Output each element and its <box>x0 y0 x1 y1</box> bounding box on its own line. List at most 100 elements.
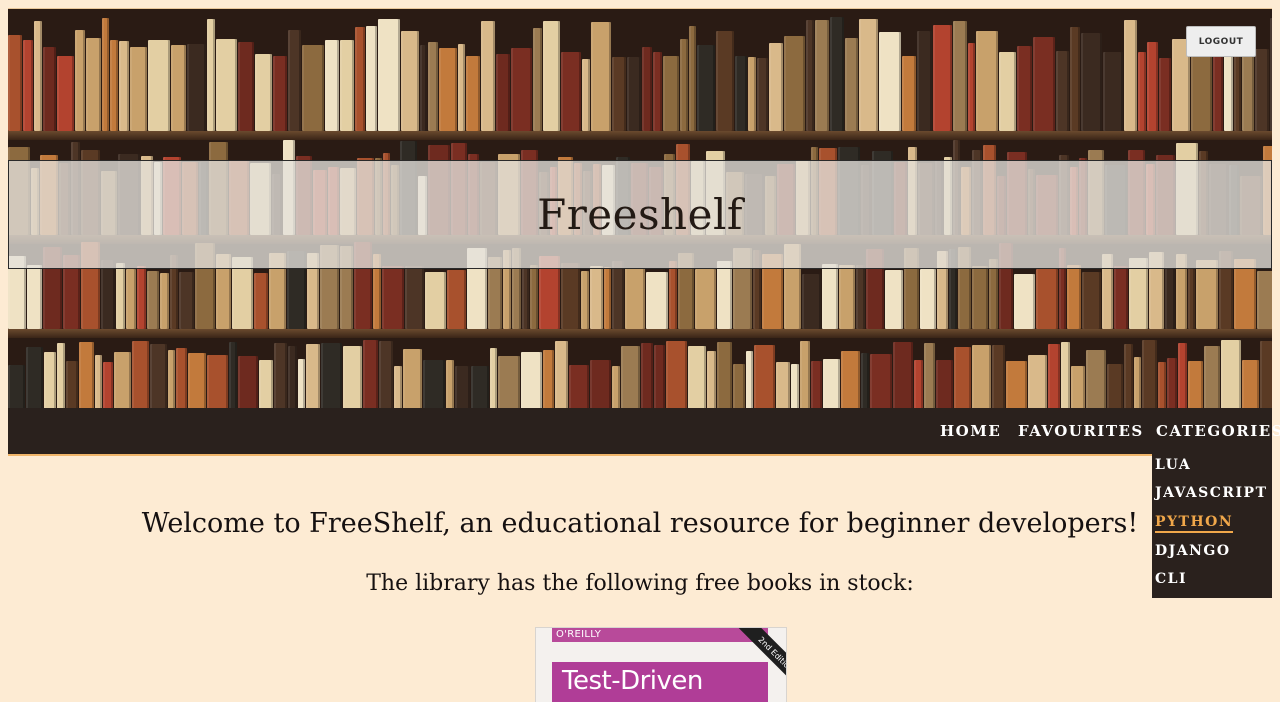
category-javascript[interactable]: JAVASCRIPT <box>1155 485 1268 501</box>
book-spine <box>302 45 324 131</box>
book-spine <box>23 40 33 131</box>
book-spine <box>893 342 913 409</box>
book-spine <box>543 350 554 409</box>
book-spine <box>757 58 768 131</box>
book-spine <box>641 343 653 409</box>
book-spine <box>340 40 354 131</box>
book-cover-tdd[interactable]: O'REILLY Test-Driven 2nd Edition <box>535 627 787 702</box>
book-spine <box>229 342 237 409</box>
book-spine <box>26 347 43 409</box>
nav-categories[interactable]: CATEGORIES <box>1156 422 1280 440</box>
book-spine <box>1071 366 1085 409</box>
book-spine <box>1081 33 1102 131</box>
book-spine <box>822 264 838 329</box>
book-spine <box>1107 364 1123 409</box>
shelf-row <box>8 15 1272 131</box>
book-spine <box>466 56 480 131</box>
book-spine <box>830 17 844 131</box>
nav-favourites[interactable]: FAVOURITES <box>1018 422 1144 440</box>
nav-home[interactable]: HOME <box>940 422 1001 440</box>
book-spine <box>1006 361 1027 409</box>
book-spine <box>870 354 892 409</box>
book-spine <box>902 56 916 131</box>
book-spine <box>179 272 194 329</box>
book-spine <box>207 355 228 409</box>
book-spine <box>697 45 715 131</box>
book-spine <box>859 19 878 131</box>
book-spine <box>355 27 365 131</box>
book-spine <box>363 340 378 409</box>
book-spine <box>717 342 732 409</box>
book-spine <box>114 352 131 409</box>
book-spine <box>428 42 438 131</box>
logout-button[interactable]: LOGOUT <box>1186 26 1256 57</box>
category-django[interactable]: DJANGO <box>1155 543 1231 559</box>
book-spine <box>856 265 865 329</box>
book-spine <box>953 21 967 131</box>
book-spine <box>1167 358 1177 409</box>
book-spine <box>1067 265 1081 329</box>
book-spine <box>1165 267 1175 329</box>
book-spine <box>1124 344 1133 409</box>
book-spine <box>132 341 149 409</box>
book-spine <box>999 52 1016 131</box>
book-spine <box>288 346 297 409</box>
book-spine <box>446 360 454 409</box>
book-spine <box>216 39 237 131</box>
book-spine <box>581 271 589 329</box>
book-spine <box>455 366 470 409</box>
book-spine <box>717 261 732 329</box>
book-spine <box>680 39 688 131</box>
book-spine <box>920 269 936 329</box>
book-spine <box>533 28 542 131</box>
book-spine <box>1188 268 1195 329</box>
book-spine <box>688 346 706 409</box>
book-spine <box>1234 259 1256 329</box>
book-spine <box>423 360 445 409</box>
book-spine <box>254 273 268 329</box>
book-spine <box>171 45 186 131</box>
book-spine <box>689 26 696 131</box>
book-spine <box>654 345 665 409</box>
book-spine <box>695 269 716 329</box>
book-spine <box>522 268 529 329</box>
book-spine <box>561 263 580 329</box>
book-spine <box>669 261 677 329</box>
book-spine <box>1103 52 1123 131</box>
cover-title: Test-Driven <box>562 666 703 696</box>
book-spine <box>490 348 497 409</box>
book-spine <box>642 47 652 131</box>
book-spine <box>1033 37 1055 131</box>
book-spine <box>160 273 169 329</box>
book-spine <box>604 267 611 329</box>
book-spine <box>366 26 377 131</box>
book-spine <box>936 360 953 409</box>
page: Freeshelf LOGOUT HOME FAVOURITES CATEGOR… <box>0 0 1280 702</box>
book-spine <box>187 44 206 131</box>
book-spine <box>273 56 287 131</box>
book-spine <box>405 266 424 329</box>
book-spine <box>555 341 568 409</box>
book-spine <box>95 355 102 409</box>
book-spine <box>646 272 668 329</box>
book-spine <box>914 360 923 409</box>
book-spine <box>625 268 645 329</box>
book-spine <box>458 44 465 131</box>
site-title: Freeshelf <box>537 190 743 239</box>
book-spine <box>298 359 305 409</box>
book-spine <box>861 353 869 409</box>
book-spine <box>653 52 662 131</box>
book-spine <box>1048 344 1060 409</box>
book-spine <box>325 40 339 131</box>
book-spine <box>1204 346 1220 409</box>
book-spine <box>188 353 206 409</box>
book-spine <box>839 265 855 329</box>
book-spine <box>972 266 988 329</box>
book-spine <box>1178 343 1187 409</box>
category-lua[interactable]: LUA <box>1155 457 1191 473</box>
book-spine <box>130 47 147 131</box>
book-spine <box>255 54 272 131</box>
book-spine <box>735 56 747 131</box>
book-spine <box>150 344 167 409</box>
book-spine <box>989 259 998 329</box>
